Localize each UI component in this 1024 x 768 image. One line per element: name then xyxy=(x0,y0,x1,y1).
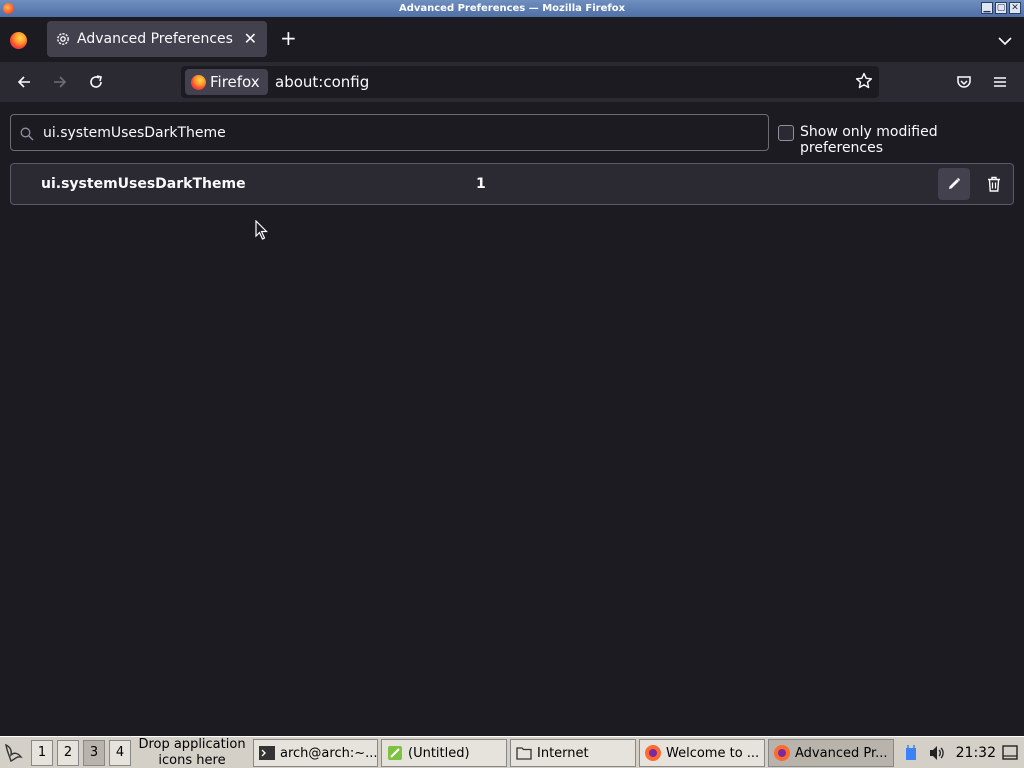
task-label: arch@arch:~... xyxy=(280,745,378,761)
new-tab-button[interactable]: + xyxy=(280,28,297,48)
maximize-button[interactable]: ▢ xyxy=(995,2,1007,14)
search-icon xyxy=(20,126,34,145)
gear-icon xyxy=(55,31,71,51)
preference-search-box[interactable] xyxy=(10,114,769,151)
task-label: Welcome to ... xyxy=(666,745,760,761)
show-modified-label[interactable]: Show only modified preferences xyxy=(800,124,1024,156)
preference-value: 1 xyxy=(476,176,486,192)
show-desktop-icon[interactable] xyxy=(1002,745,1018,761)
tab-advanced-preferences[interactable]: Advanced Preferences ✕ xyxy=(47,21,267,57)
identity-label: Firefox xyxy=(210,73,260,91)
table-row[interactable]: ui.systemUsesDarkTheme 1 xyxy=(10,163,1014,205)
reload-button[interactable] xyxy=(84,70,108,94)
task-terminal[interactable]: arch@arch:~... xyxy=(253,739,378,767)
mouse-cursor-icon xyxy=(255,219,269,244)
url-text[interactable]: about:config xyxy=(275,73,369,91)
task-file-manager[interactable]: Internet xyxy=(510,739,636,767)
search-input[interactable] xyxy=(43,121,743,145)
app-menu-button[interactable] xyxy=(988,70,1012,94)
identity-box[interactable]: Firefox xyxy=(185,69,268,95)
start-menu-button[interactable] xyxy=(2,741,26,765)
edit-preference-button[interactable] xyxy=(938,168,970,200)
workspace-4-button[interactable]: 4 xyxy=(109,740,131,766)
workspace-1-button[interactable]: 1 xyxy=(31,740,53,766)
back-arrow-icon xyxy=(17,76,30,88)
pocket-icon xyxy=(957,76,971,88)
tab-strip: Advanced Preferences ✕ + xyxy=(0,17,1024,62)
firefox-window-icon[interactable] xyxy=(3,3,14,14)
task-firefox-welcome[interactable]: Welcome to ... xyxy=(639,739,765,767)
folder-icon xyxy=(516,747,532,760)
bird-logo-icon xyxy=(5,743,23,762)
delete-preference-button[interactable] xyxy=(978,168,1010,200)
firefox-icon xyxy=(191,74,206,90)
back-button[interactable] xyxy=(12,70,36,94)
url-bar[interactable]: Firefox about:config xyxy=(181,66,879,98)
taskbar: 1 2 3 4 Drop application icons here arch… xyxy=(0,736,1024,768)
terminal-icon xyxy=(259,746,275,760)
pocket-button[interactable] xyxy=(952,70,976,94)
firefox-view-button[interactable] xyxy=(7,29,29,51)
task-label: Internet xyxy=(537,745,589,761)
page-content: Show only modified preferences ui.system… xyxy=(0,102,1024,734)
volume-icon[interactable] xyxy=(928,744,946,762)
task-firefox-advanced-preferences[interactable]: Advanced Pr... xyxy=(768,739,894,767)
list-all-tabs-button[interactable] xyxy=(998,31,1012,50)
close-window-button[interactable]: ✕ xyxy=(1009,2,1021,14)
tab-label: Advanced Preferences xyxy=(77,31,233,47)
preference-name: ui.systemUsesDarkTheme xyxy=(41,176,246,192)
text-editor-icon xyxy=(388,746,402,760)
hamburger-menu-icon xyxy=(994,77,1006,87)
navigation-bar: Firefox about:config xyxy=(0,62,1024,102)
window-titlebar[interactable]: Advanced Preferences — Mozilla Firefox ▁… xyxy=(0,0,1024,17)
firefox-icon xyxy=(645,745,661,761)
reload-icon xyxy=(90,75,102,88)
pencil-icon xyxy=(949,177,961,189)
chevron-down-icon xyxy=(998,37,1012,46)
task-label: (Untitled) xyxy=(408,745,470,761)
trash-icon xyxy=(988,176,1000,192)
task-text-editor[interactable]: (Untitled) xyxy=(381,739,507,767)
forward-button[interactable] xyxy=(48,70,72,94)
window-title: Advanced Preferences — Mozilla Firefox xyxy=(398,3,626,14)
forward-arrow-icon xyxy=(54,76,67,88)
clock[interactable]: 21:32 xyxy=(956,745,996,761)
workspace-3-button[interactable]: 3 xyxy=(83,740,105,766)
firefox-icon xyxy=(9,31,27,49)
workspace-2-button[interactable]: 2 xyxy=(57,740,79,766)
launcher-drop-area[interactable]: Drop application icons here xyxy=(134,737,250,768)
close-tab-icon[interactable]: ✕ xyxy=(244,29,257,48)
system-tray: 21:32 xyxy=(898,737,1024,768)
minimize-button[interactable]: ▁ xyxy=(981,2,993,14)
task-label: Advanced Pr... xyxy=(795,745,888,761)
network-icon[interactable] xyxy=(904,744,918,762)
firefox-icon xyxy=(774,745,790,761)
show-modified-checkbox[interactable] xyxy=(778,125,794,141)
bookmark-star-icon[interactable] xyxy=(855,72,873,94)
